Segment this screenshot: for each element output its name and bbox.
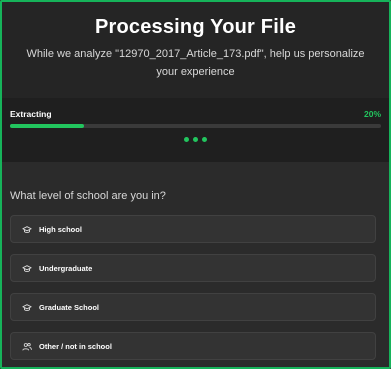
loading-dot	[184, 137, 189, 142]
loading-dot	[193, 137, 198, 142]
page-subtitle: While we analyze "12970_2017_Article_173…	[26, 48, 365, 78]
graduation-cap-icon	[22, 304, 32, 311]
survey-question: What level of school are you in?	[10, 190, 166, 202]
progress-section: Extracting 20%	[2, 98, 389, 162]
page-title: Processing Your File	[94, 16, 297, 38]
option-label: Undergraduate	[39, 264, 93, 273]
option-undergraduate[interactable]: Undergraduate	[10, 254, 376, 282]
loading-dot	[202, 137, 207, 142]
processing-dialog: Processing Your File While we analyze "1…	[0, 0, 391, 369]
progress-label: Extracting	[10, 109, 52, 119]
progress-percent: 20%	[363, 109, 381, 119]
option-graduate-school[interactable]: Graduate School	[10, 293, 376, 321]
option-label: High school	[39, 225, 82, 234]
dialog-header: Processing Your File While we analyze "1…	[2, 2, 389, 98]
graduation-cap-icon	[22, 265, 32, 272]
progress-bar-fill	[10, 124, 85, 128]
progress-bar	[10, 124, 381, 128]
graduation-cap-icon	[22, 226, 32, 233]
option-label: Other / not in school	[39, 342, 112, 351]
loading-dots	[2, 137, 389, 142]
option-other-not-in-school[interactable]: Other / not in school	[10, 332, 376, 360]
option-high-school[interactable]: High school	[10, 215, 376, 243]
users-icon	[22, 343, 32, 351]
option-label: Graduate School	[39, 303, 100, 312]
